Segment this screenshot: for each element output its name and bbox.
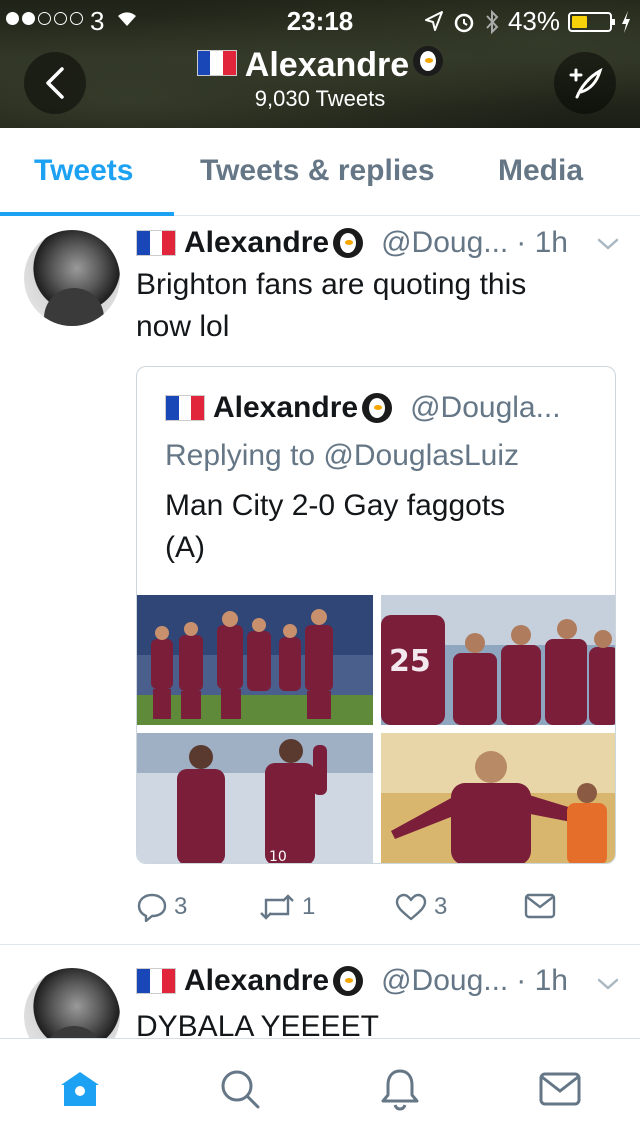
quoted-tweet-header: Alexandre @Dougla... xyxy=(165,391,561,425)
france-flag-icon xyxy=(196,50,237,76)
bluetooth-icon xyxy=(486,9,499,34)
profile-tabs: Tweets Tweets & replies Media xyxy=(0,128,640,216)
direct-message-button[interactable] xyxy=(524,892,556,920)
chevron-down-icon[interactable] xyxy=(596,976,620,992)
profile-header: 3 23:18 43% Alexandre 9,030 Tweets xyxy=(0,0,640,128)
penguin-emoji-icon xyxy=(333,228,364,258)
nav-home[interactable] xyxy=(58,1067,102,1111)
search-icon xyxy=(221,1070,260,1109)
compose-feather-icon xyxy=(569,67,603,99)
quoted-text-line: Man City 2-0 Gay faggots xyxy=(165,489,506,522)
penguin-emoji-icon xyxy=(362,393,393,423)
tab-media[interactable]: Media xyxy=(498,154,583,188)
active-tab-indicator xyxy=(0,212,174,216)
tweet-text-line: Brighton fans are quoting this xyxy=(136,268,527,301)
svg-text:25: 25 xyxy=(389,644,431,679)
tab-tweets-and-replies[interactable]: Tweets & replies xyxy=(200,154,435,188)
quoted-author-name: Alexandre xyxy=(213,391,359,424)
avatar[interactable] xyxy=(24,230,120,326)
location-icon xyxy=(424,10,443,31)
like-button[interactable]: 3 xyxy=(394,892,447,922)
tweet-timestamp[interactable]: · 1h xyxy=(516,226,568,260)
photo-aguero-celebrate[interactable] xyxy=(381,733,615,863)
bottom-navigation xyxy=(0,1038,640,1136)
reply-icon xyxy=(137,893,167,922)
photo-fernandinho-25[interactable]: 25 xyxy=(381,595,615,725)
messages-icon xyxy=(539,1072,581,1106)
penguin-emoji-icon xyxy=(333,966,364,996)
chevron-down-icon[interactable] xyxy=(596,236,620,252)
tweet-header: Alexandre @Doug... · 1h xyxy=(136,226,568,260)
france-flag-icon xyxy=(165,395,205,421)
retweet-count: 1 xyxy=(302,893,316,920)
reply-button[interactable]: 3 xyxy=(136,892,187,922)
penguin-emoji-icon xyxy=(413,46,444,76)
profile-name: Alexandre xyxy=(244,46,410,84)
svg-text:10: 10 xyxy=(269,849,287,864)
tweet-author-name[interactable]: Alexandre xyxy=(184,964,329,998)
notifications-icon xyxy=(381,1069,419,1111)
tab-tweets[interactable]: Tweets xyxy=(34,154,133,188)
replying-to: Replying to @DouglasLuiz xyxy=(165,439,519,472)
battery-level xyxy=(572,15,588,28)
france-flag-icon xyxy=(136,230,176,256)
battery-percent: 43% xyxy=(507,6,560,36)
france-flag-icon xyxy=(136,968,176,994)
status-bar: 3 23:18 43% xyxy=(0,0,640,40)
photo-team-applause[interactable] xyxy=(137,595,373,725)
tweet-text-line: now lol xyxy=(136,310,230,343)
quoted-tweet-card[interactable]: Alexandre @Dougla... Replying to @Dougla… xyxy=(136,366,616,864)
nav-messages[interactable] xyxy=(538,1067,582,1111)
quoted-text-line: (A) xyxy=(165,531,205,564)
retweet-icon xyxy=(260,894,294,920)
quoted-tweet-text: Man City 2-0 Gay faggots (A) xyxy=(165,485,505,569)
tweet-author-name[interactable]: Alexandre xyxy=(184,226,329,260)
tweet-divider xyxy=(0,944,640,945)
like-icon xyxy=(395,893,427,921)
dm-icon xyxy=(524,893,556,919)
charging-icon xyxy=(622,10,630,33)
tweet-author-handle[interactable]: @Doug... xyxy=(381,226,508,260)
photo-players-celebrate[interactable]: 10 xyxy=(137,733,373,864)
compose-button[interactable] xyxy=(554,52,616,114)
alarm-icon xyxy=(454,13,474,32)
retweet-button[interactable]: 1 xyxy=(258,892,315,922)
tweet-author-handle[interactable]: @Doug... xyxy=(381,964,508,998)
status-right: 43% xyxy=(424,6,632,37)
tweet-text: Brighton fans are quoting this now lol xyxy=(136,264,526,348)
tweet-timestamp[interactable]: · 1h xyxy=(516,964,568,998)
like-count: 3 xyxy=(434,893,448,920)
battery-icon xyxy=(568,11,615,32)
quoted-author-handle: @Dougla... xyxy=(410,391,561,424)
tweet-actions: 3 1 3 xyxy=(136,888,616,928)
nav-notifications[interactable] xyxy=(378,1067,422,1111)
tweet-count: 9,030 Tweets xyxy=(254,86,386,111)
tweet-header: Alexandre @Doug... · 1h xyxy=(136,964,568,998)
reply-count: 3 xyxy=(174,893,188,920)
nav-search[interactable] xyxy=(218,1067,262,1111)
home-icon xyxy=(61,1072,99,1106)
header-title: Alexandre xyxy=(0,46,640,85)
